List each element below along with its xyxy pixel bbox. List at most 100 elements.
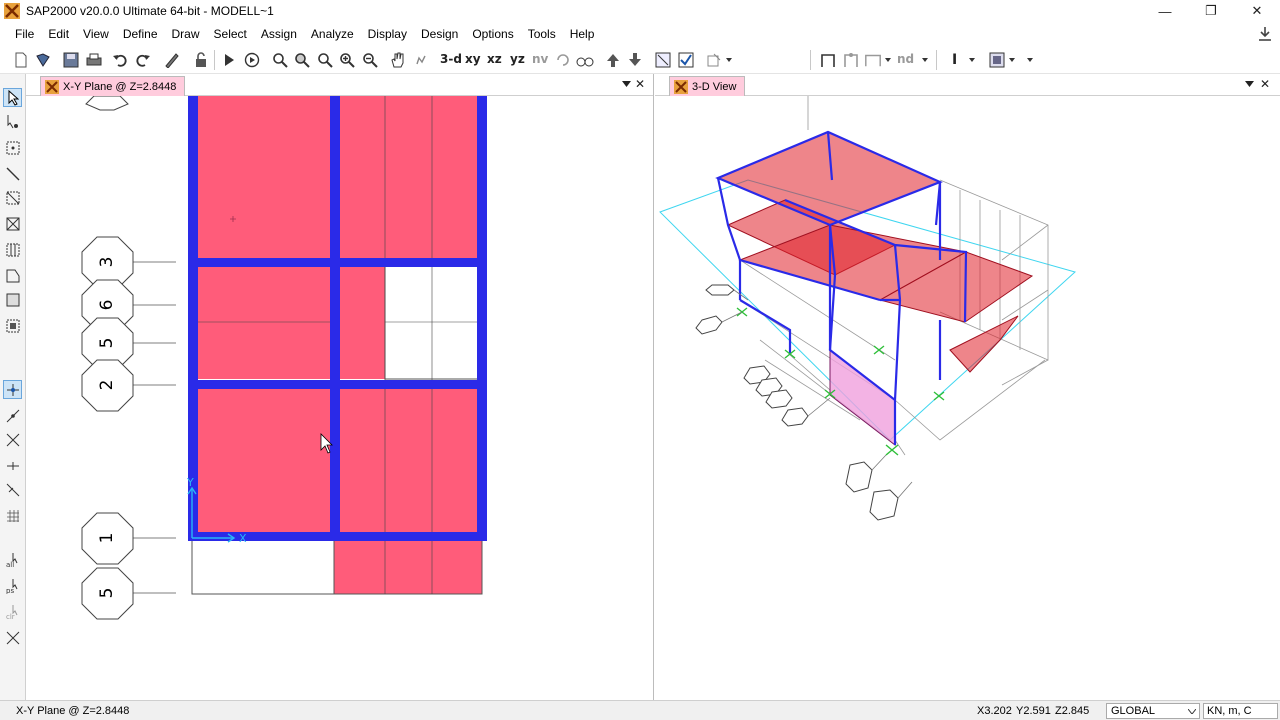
xy-plane-canvas[interactable]: 3 6 5 2 1 5 X Y: [26, 96, 654, 700]
quick-draw-braces-icon[interactable]: [3, 214, 22, 233]
tab-xy-plane[interactable]: X-Y Plane @ Z=2.8448: [40, 76, 186, 96]
3d-grid-bubble[interactable]: [695, 315, 723, 335]
slab-area[interactable]: [338, 96, 479, 259]
rotate-3d-icon[interactable]: [554, 51, 572, 69]
view-xy-button[interactable]: xy: [465, 52, 481, 66]
open-file-icon[interactable]: [34, 51, 52, 69]
intersecting-line-select-icon[interactable]: [3, 628, 22, 647]
zoom-out-icon[interactable]: [361, 51, 379, 69]
draw-point-icon[interactable]: [3, 138, 22, 157]
menu-display[interactable]: Display: [361, 22, 414, 46]
grid-bubble[interactable]: [85, 96, 129, 111]
pencil-icon[interactable]: [163, 51, 181, 69]
beam-frame[interactable]: [188, 258, 487, 267]
menu-assign[interactable]: Assign: [254, 22, 304, 46]
quick-draw-secondary-icon[interactable]: [3, 240, 22, 259]
snap-lines-icon[interactable]: [3, 480, 22, 499]
3d-grid-bubble[interactable]: [781, 407, 809, 427]
3d-grid-bubble[interactable]: [705, 284, 735, 296]
chevron-down-icon[interactable]: [884, 51, 892, 69]
frame-section-icon[interactable]: [819, 51, 837, 69]
print-icon[interactable]: [85, 51, 103, 69]
coordinate-system-select[interactable]: GLOBAL: [1106, 703, 1200, 719]
pane-menu-chevron-icon[interactable]: [622, 77, 631, 91]
chevron-down-icon[interactable]: [968, 51, 976, 69]
3d-grid-bubble[interactable]: [845, 461, 873, 493]
section-button[interactable]: I: [952, 52, 957, 68]
move-down-icon[interactable]: [626, 51, 644, 69]
new-model-icon[interactable]: [12, 51, 30, 69]
restore-button[interactable]: ❐: [1188, 0, 1234, 22]
pane-menu-chevron-icon[interactable]: [1245, 77, 1254, 91]
column-frame[interactable]: [330, 96, 340, 540]
snap-line-ends-icon[interactable]: [3, 406, 22, 425]
display-options-icon[interactable]: [654, 51, 672, 69]
slab-area[interactable]: [194, 96, 334, 259]
pointer-select-icon[interactable]: [3, 88, 22, 107]
undo-icon[interactable]: [111, 51, 129, 69]
previous-select-icon[interactable]: ps: [3, 576, 22, 595]
quick-draw-frame-icon[interactable]: [3, 188, 22, 207]
menu-design[interactable]: Design: [414, 22, 465, 46]
menu-file[interactable]: File: [8, 22, 41, 46]
move-up-icon[interactable]: [604, 51, 622, 69]
check-icon[interactable]: [677, 51, 695, 69]
3d-grid-bubble[interactable]: [869, 489, 899, 521]
redo-icon[interactable]: [134, 51, 152, 69]
view-yz-button[interactable]: yz: [510, 52, 525, 66]
menu-select[interactable]: Select: [207, 22, 254, 46]
view-3d-button[interactable]: 3-d: [440, 52, 462, 66]
object-shrink-icon[interactable]: [705, 51, 723, 69]
slab-area[interactable]: [338, 387, 479, 535]
chevron-down-icon[interactable]: [725, 51, 733, 69]
chevron-down-icon[interactable]: [921, 51, 929, 69]
3d-slab-areas[interactable]: [716, 131, 1034, 373]
snap-grid-icon[interactable]: [3, 506, 22, 525]
pan-hand-icon[interactable]: [389, 51, 407, 69]
save-icon[interactable]: [62, 51, 80, 69]
lock-icon[interactable]: [192, 51, 210, 69]
view-nv-button[interactable]: nv: [532, 52, 548, 66]
menu-view[interactable]: View: [76, 22, 116, 46]
frame-release-icon[interactable]: [842, 51, 860, 69]
chevron-down-icon[interactable]: [1026, 51, 1034, 69]
zoom-full-icon[interactable]: [293, 51, 311, 69]
menu-help[interactable]: Help: [563, 22, 602, 46]
menu-define[interactable]: Define: [116, 22, 165, 46]
slab-area[interactable]: [338, 265, 385, 379]
slab-area[interactable]: [333, 539, 483, 595]
clear-select-icon[interactable]: clr: [3, 602, 22, 621]
close-button[interactable]: ✕: [1234, 0, 1280, 22]
perspective-toggle-icon[interactable]: [576, 51, 594, 69]
node-label-button[interactable]: nd: [897, 52, 914, 66]
units-select[interactable]: KN, m, C: [1203, 703, 1278, 719]
download-icon[interactable]: [1258, 26, 1272, 42]
menu-tools[interactable]: Tools: [521, 22, 563, 46]
view-xz-button[interactable]: xz: [487, 52, 502, 66]
snap-intersections-icon[interactable]: [3, 430, 22, 449]
column-frame[interactable]: [477, 96, 487, 540]
run-now-icon[interactable]: [243, 51, 261, 69]
pane-close-icon[interactable]: ✕: [1260, 77, 1270, 91]
menu-analyze[interactable]: Analyze: [304, 22, 361, 46]
area-display-icon[interactable]: [988, 51, 1006, 69]
quick-draw-area-icon[interactable]: [3, 316, 22, 335]
zoom-window-icon[interactable]: [271, 51, 289, 69]
menu-options[interactable]: Options: [465, 22, 520, 46]
wall-panel[interactable]: [829, 348, 896, 447]
minimize-button[interactable]: —: [1142, 0, 1188, 22]
frame-moment-icon[interactable]: [864, 51, 882, 69]
menu-draw[interactable]: Draw: [165, 22, 207, 46]
menu-edit[interactable]: Edit: [41, 22, 76, 46]
draw-poly-area-icon[interactable]: [3, 266, 22, 285]
beam-frame[interactable]: [188, 380, 487, 389]
rubber-band-icon[interactable]: [412, 51, 430, 69]
snap-perpendicular-icon[interactable]: [3, 456, 22, 475]
column-frame[interactable]: [188, 96, 198, 540]
reshaper-icon[interactable]: [3, 112, 22, 131]
draw-frame-icon[interactable]: [3, 164, 22, 183]
draw-rect-area-icon[interactable]: [3, 290, 22, 309]
zoom-in-icon[interactable]: [338, 51, 356, 69]
snap-points-icon[interactable]: [3, 380, 22, 399]
empty-bay[interactable]: [191, 539, 335, 595]
